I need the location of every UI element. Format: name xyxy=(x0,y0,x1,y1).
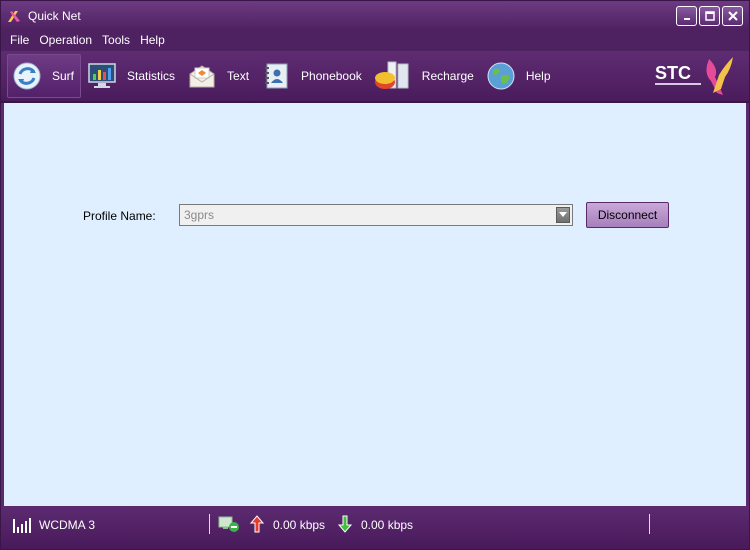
menu-help[interactable]: Help xyxy=(135,30,170,51)
toolbar-help-label: Help xyxy=(525,69,551,83)
surf-panel: Profile Name: 3gprs Disconnect xyxy=(4,103,746,506)
upload-arrow-icon xyxy=(250,515,264,533)
profile-name-select[interactable]: 3gprs xyxy=(179,204,573,226)
download-arrow-icon xyxy=(338,515,352,533)
phonebook-icon xyxy=(265,63,288,89)
toolbar-help-button[interactable]: Help xyxy=(482,54,557,98)
stc-logo: STC xyxy=(655,57,733,95)
toolbar-statistics-button[interactable]: Statistics xyxy=(83,54,181,98)
close-icon xyxy=(727,11,738,21)
envelope-icon xyxy=(189,65,215,88)
chevron-down-icon xyxy=(559,212,567,217)
status-divider xyxy=(209,514,210,534)
minimize-button[interactable] xyxy=(676,6,697,26)
dropdown-button[interactable] xyxy=(556,207,570,223)
app-window: Quick Net File Operation Tools Help Surf… xyxy=(0,0,750,550)
network-type: WCDMA 3 xyxy=(39,518,96,532)
toolbar-text-button[interactable]: Text xyxy=(183,54,255,98)
maximize-button[interactable] xyxy=(699,6,720,26)
menu-tools[interactable]: Tools xyxy=(97,30,135,51)
toolbar-phonebook-label: Phonebook xyxy=(301,69,362,83)
toolbar-statistics-label: Statistics xyxy=(127,69,176,83)
title-bar[interactable]: Quick Net xyxy=(1,1,749,30)
menu-bar: File Operation Tools Help xyxy=(1,30,749,51)
menu-file[interactable]: File xyxy=(5,30,34,51)
download-rate: 0.00 kbps xyxy=(361,518,414,532)
menu-operation[interactable]: Operation xyxy=(34,30,97,51)
toolbar-recharge-button[interactable]: Recharge xyxy=(370,54,480,98)
close-button[interactable] xyxy=(722,6,743,26)
signal-strength-icon xyxy=(13,518,31,533)
profile-name-label: Profile Name: xyxy=(83,209,156,223)
toolbar-text-label: Text xyxy=(227,69,250,83)
profile-name-value: 3gprs xyxy=(184,208,215,222)
toolbar-recharge-label: Recharge xyxy=(421,69,474,83)
recharge-icon xyxy=(374,61,409,89)
status-bar: WCDMA 3 0.00 kbps 0.00 kbps xyxy=(1,507,749,549)
status-divider xyxy=(649,514,650,534)
stc-logo-text: STC xyxy=(655,63,691,83)
window-title: Quick Net xyxy=(28,8,81,23)
globe-icon xyxy=(487,62,515,90)
statistics-icon xyxy=(88,63,116,88)
toolbar-surf-button[interactable]: Surf xyxy=(7,54,82,98)
surf-icon xyxy=(13,62,41,90)
app-logo-icon xyxy=(8,10,20,22)
window-controls xyxy=(676,6,743,26)
maximize-icon xyxy=(704,11,715,21)
minimize-icon xyxy=(683,18,690,20)
connection-icon xyxy=(218,516,239,532)
toolbar-phonebook-button[interactable]: Phonebook xyxy=(257,54,368,98)
toolbar-surf-label: Surf xyxy=(52,69,75,83)
toolbar: Surf Statistics Text Phonebook Recharge … xyxy=(1,51,749,103)
upload-rate: 0.00 kbps xyxy=(273,518,326,532)
disconnect-button[interactable]: Disconnect xyxy=(586,202,669,228)
